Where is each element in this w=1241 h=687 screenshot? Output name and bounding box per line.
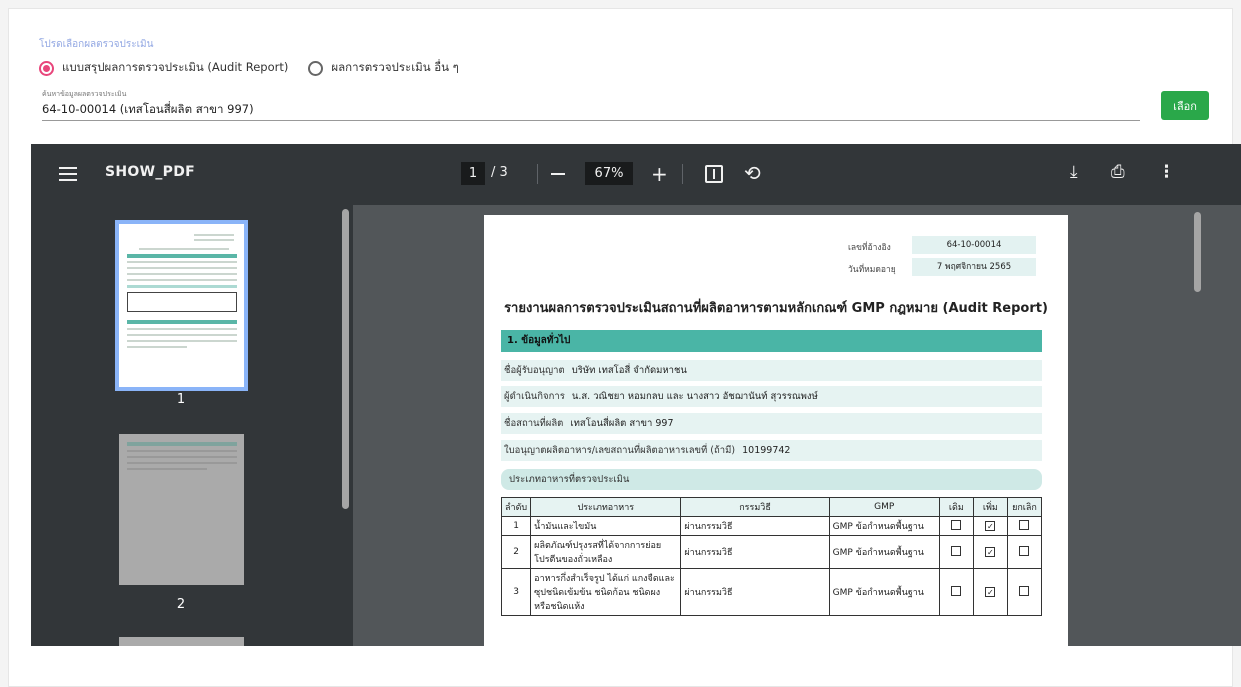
process: ผ่านกรรมวิธี — [680, 535, 830, 569]
section-general-info: 1. ข้อมูลทั่วไป — [501, 330, 1042, 352]
table-row: 3 อาหารกึ่งสำเร็จรูป ได้แก่ แกงจืดและซุป… — [500, 568, 1043, 616]
licensee-row: ชื่อผู้รับอนุญาต บริษัท เทสโอสี่ จำกัดมห… — [501, 360, 1042, 381]
col-header: เดิม — [938, 497, 974, 517]
thumbnail-sidebar: 1 2 — [31, 205, 353, 646]
select-button[interactable]: เลือก — [1161, 91, 1209, 120]
rotate-icon[interactable]: ⟲ — [744, 161, 761, 185]
checkbox-old — [951, 585, 962, 596]
radio-audit-label: แบบสรุปผลการตรวจประเมิน (Audit Report) — [62, 60, 289, 74]
checkbox-old — [951, 545, 962, 556]
section-label: โปรดเลือกผลตรวจประเมิน — [39, 39, 154, 50]
table-row: 2 ผลิตภัณฑ์ปรุงรสที่ได้จากการย่อยโปรตีนข… — [500, 535, 1043, 569]
checkbox-add-checked: ✓ — [985, 586, 996, 597]
row-number: 2 — [500, 535, 532, 569]
table-row: 1 น้ำมันและไขมัน ผ่านกรรมวิธี GMP ข้อกำห… — [500, 516, 1043, 536]
report-title: รายงานผลการตรวจประเมินสถานที่ผลิตอาหารตา… — [504, 301, 1048, 316]
toolbar-divider — [682, 164, 683, 184]
process: ผ่านกรรมวิธี — [680, 516, 830, 536]
pdf-viewer: SHOW_PDF 1 / 3 67% + ⟲ ⤓ ⎙ ⋮ 1 2 เลขที่อ… — [31, 144, 1241, 646]
document-scrollbar[interactable] — [1194, 212, 1201, 292]
food-types-table: ลำดับ ประเภทอาหาร กรรมวิธี GMP เดิม เพิ่… — [500, 497, 1043, 616]
checkbox-cancel — [1019, 545, 1030, 556]
licensee-value: บริษัท เทสโอสี่ จำกัดมหาชน — [567, 365, 687, 376]
checkbox-add-checked: ✓ — [985, 546, 996, 557]
license-value: 10199742 — [738, 445, 791, 456]
toolbar-divider — [537, 164, 538, 184]
process: ผ่านกรรมวิธี — [680, 568, 830, 616]
radio-audit-report[interactable]: แบบสรุปผลการตรวจประเมิน (Audit Report) — [39, 59, 288, 77]
thumbnail-label-1: 1 — [176, 392, 186, 407]
radio-other-label: ผลการตรวจประเมิน อื่น ๆ — [331, 60, 459, 74]
ref-label: เลขที่อ้างอิง — [848, 243, 891, 253]
food-type: อาหารกึ่งสำเร็จรูป ได้แก่ แกงจืดและซุปชน… — [530, 568, 682, 616]
radio-checked-icon[interactable] — [39, 60, 54, 76]
search-input[interactable]: 64-10-00014 (เทสโอนสี่ผลิต สาขา 997) — [42, 99, 1140, 121]
col-header: เพิ่ม — [972, 497, 1008, 517]
gmp: GMP ข้อกำหนดพื้นฐาน — [828, 516, 940, 536]
plant-label: ชื่อสถานที่ผลิต — [504, 418, 564, 429]
zoom-out-icon[interactable] — [551, 173, 565, 175]
zoom-in-icon[interactable]: + — [651, 164, 668, 184]
col-header: กรรมวิธี — [680, 497, 830, 517]
plant-row: ชื่อสถานที่ผลิต เทสโอนสี่ผลิต สาขา 997 — [501, 413, 1042, 434]
food-type: น้ำมันและไขมัน — [530, 516, 682, 536]
col-header: ยกเลิก — [1006, 497, 1043, 517]
page-total: / 3 — [491, 165, 508, 180]
checkbox-old — [951, 519, 962, 530]
operator-row: ผู้ดำเนินกิจการ น.ส. วณิชยา หอมกลบ และ น… — [501, 386, 1042, 407]
row-number: 1 — [500, 516, 532, 536]
license-label: ใบอนุญาตผลิตอาหาร/เลขสถานที่ผลิตอาหารเลข… — [504, 445, 736, 456]
gmp: GMP ข้อกำหนดพื้นฐาน — [828, 535, 940, 569]
expiry-label: วันที่หมดอายุ — [848, 265, 896, 275]
pdf-page-1: เลขที่อ้างอิง 64-10-00014 วันที่หมดอายุ … — [484, 215, 1068, 646]
operator-value: น.ส. วณิชยา หอมกลบ และ นางสาว อัชฌานันท์… — [567, 391, 818, 402]
row-number: 3 — [500, 568, 532, 616]
radio-unchecked-icon[interactable] — [308, 60, 324, 76]
fit-page-icon[interactable] — [705, 165, 723, 183]
page-thumbnail-3[interactable] — [119, 637, 244, 646]
operator-label: ผู้ดำเนินกิจการ — [504, 391, 565, 402]
thumbnail-scrollbar[interactable] — [342, 209, 349, 509]
table-header-row: ลำดับ ประเภทอาหาร กรรมวิธี GMP เดิม เพิ่… — [500, 497, 1043, 517]
report-type-radio-group: แบบสรุปผลการตรวจประเมิน (Audit Report) ผ… — [39, 59, 479, 77]
thumbnail-label-2: 2 — [176, 597, 186, 612]
page-thumbnail-2[interactable] — [119, 434, 244, 585]
license-row: ใบอนุญาตผลิตอาหาร/เลขสถานที่ผลิตอาหารเลข… — [501, 440, 1042, 461]
page-thumbnail-1[interactable] — [115, 220, 248, 391]
expiry-value: 7 พฤศจิกายน 2565 — [912, 258, 1036, 276]
food-types-header: ประเภทอาหารที่ตรวจประเมิน — [501, 469, 1042, 490]
licensee-label: ชื่อผู้รับอนุญาต — [504, 365, 565, 376]
col-header: GMP — [828, 497, 940, 517]
page-number-input[interactable]: 1 — [461, 162, 485, 185]
document-title: SHOW_PDF — [105, 164, 195, 180]
menu-icon[interactable] — [59, 167, 77, 181]
col-header: ลำดับ — [500, 497, 532, 517]
plant-value: เทสโอนสี่ผลิต สาขา 997 — [566, 418, 674, 429]
food-type: ผลิตภัณฑ์ปรุงรสที่ได้จากการย่อยโปรตีนของ… — [530, 535, 682, 569]
more-options-icon[interactable]: ⋮ — [1158, 162, 1175, 182]
pdf-toolbar: SHOW_PDF 1 / 3 67% + ⟲ ⤓ ⎙ ⋮ — [31, 144, 1241, 205]
print-icon[interactable]: ⎙ — [1111, 162, 1125, 182]
radio-other-results[interactable]: ผลการตรวจประเมิน อื่น ๆ — [308, 59, 459, 77]
checkbox-cancel — [1019, 519, 1030, 530]
zoom-level-input[interactable]: 67% — [585, 162, 633, 185]
ref-value: 64-10-00014 — [912, 236, 1036, 254]
checkbox-cancel — [1019, 585, 1030, 596]
gmp: GMP ข้อกำหนดพื้นฐาน — [828, 568, 940, 616]
col-header: ประเภทอาหาร — [530, 497, 682, 517]
checkbox-add-checked: ✓ — [985, 520, 996, 531]
download-icon[interactable]: ⤓ — [1070, 162, 1078, 182]
